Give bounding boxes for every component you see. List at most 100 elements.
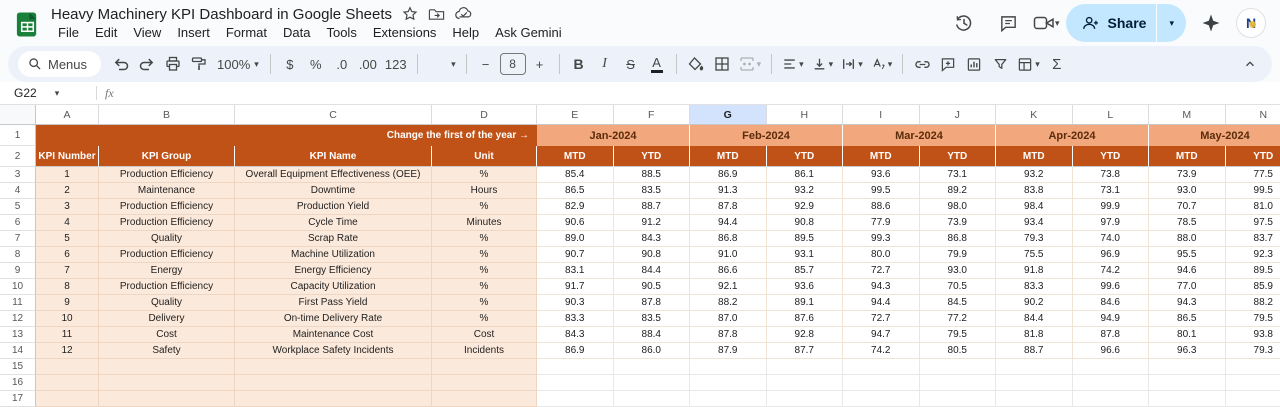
cell-D11[interactable]: % — [432, 295, 537, 311]
cell-M14[interactable]: 96.3 — [1149, 343, 1226, 359]
cell-G6[interactable]: 94.4 — [690, 215, 767, 231]
cell-C10[interactable]: Capacity Utilization — [235, 279, 432, 295]
table-header-ytd-4[interactable]: YTD — [1225, 146, 1280, 167]
cell-J8[interactable]: 79.9 — [919, 247, 996, 263]
cell-B14[interactable]: Safety — [99, 343, 235, 359]
cell-C17[interactable] — [235, 391, 432, 407]
column-header-J[interactable]: J — [919, 105, 996, 125]
row-header-5[interactable]: 5 — [0, 199, 36, 215]
column-header-H[interactable]: H — [766, 105, 843, 125]
cell-N16[interactable] — [1225, 375, 1280, 391]
row-header-4[interactable]: 4 — [0, 183, 36, 199]
move-folder-icon[interactable] — [428, 7, 445, 22]
cell-N10[interactable]: 85.9 — [1225, 279, 1280, 295]
cell-B4[interactable]: Maintenance — [99, 183, 235, 199]
cell-C9[interactable]: Energy Efficiency — [235, 263, 432, 279]
cell-G15[interactable] — [690, 359, 767, 375]
cell-J16[interactable] — [919, 375, 996, 391]
select-all-corner[interactable] — [0, 105, 36, 125]
text-wrap-button[interactable]: ▾ — [838, 51, 866, 77]
cell-G8[interactable]: 91.0 — [690, 247, 767, 263]
cell-J4[interactable]: 89.2 — [919, 183, 996, 199]
cell-G11[interactable]: 88.2 — [690, 295, 767, 311]
table-header-kpi-name[interactable]: KPI Name — [235, 146, 432, 167]
cell-C16[interactable] — [235, 375, 432, 391]
cell-B8[interactable]: Production Efficiency — [99, 247, 235, 263]
cell-B13[interactable]: Cost — [99, 327, 235, 343]
cell-D13[interactable]: Cost — [432, 327, 537, 343]
print-button[interactable] — [161, 51, 185, 77]
cell-B3[interactable]: Production Efficiency — [99, 167, 235, 183]
cell-A8[interactable]: 6 — [36, 247, 99, 263]
cell-K16[interactable] — [996, 375, 1073, 391]
cell-E13[interactable]: 84.3 — [537, 327, 614, 343]
cell-A10[interactable]: 8 — [36, 279, 99, 295]
cell-A6[interactable]: 4 — [36, 215, 99, 231]
cell-J17[interactable] — [919, 391, 996, 407]
cell-G4[interactable]: 91.3 — [690, 183, 767, 199]
cell-B10[interactable]: Production Efficiency — [99, 279, 235, 295]
cell-H6[interactable]: 90.8 — [766, 215, 843, 231]
menu-tools[interactable]: Tools — [319, 24, 363, 41]
row-header-15[interactable]: 15 — [0, 359, 36, 375]
cell-J10[interactable]: 70.5 — [919, 279, 996, 295]
cell-E15[interactable] — [537, 359, 614, 375]
cell-D6[interactable]: Minutes — [432, 215, 537, 231]
functions-button[interactable]: Σ — [1045, 51, 1069, 77]
cell-E16[interactable] — [537, 375, 614, 391]
cell-F8[interactable]: 90.8 — [613, 247, 690, 263]
insert-comment-button[interactable] — [936, 51, 960, 77]
row-header-13[interactable]: 13 — [0, 327, 36, 343]
cell-E10[interactable]: 91.7 — [537, 279, 614, 295]
cell-E6[interactable]: 90.6 — [537, 215, 614, 231]
redo-button[interactable] — [135, 51, 159, 77]
font-select[interactable]: ▾ — [425, 51, 459, 77]
cell-B6[interactable]: Production Efficiency — [99, 215, 235, 231]
fill-color-button[interactable] — [684, 51, 708, 77]
horizontal-align-button[interactable]: ▾ — [779, 51, 807, 77]
cell-L7[interactable]: 74.0 — [1072, 231, 1149, 247]
cell-H12[interactable]: 87.6 — [766, 311, 843, 327]
cell-B5[interactable]: Production Efficiency — [99, 199, 235, 215]
format-currency-button[interactable]: $ — [278, 51, 302, 77]
cell-B16[interactable] — [99, 375, 235, 391]
account-avatar[interactable]: N — [1236, 8, 1266, 38]
text-color-button[interactable]: A — [645, 51, 669, 77]
cell-B7[interactable]: Quality — [99, 231, 235, 247]
cell-N9[interactable]: 89.5 — [1225, 263, 1280, 279]
menu-extensions[interactable]: Extensions — [366, 24, 444, 41]
cell-F13[interactable]: 88.4 — [613, 327, 690, 343]
cell-L4[interactable]: 73.1 — [1072, 183, 1149, 199]
row-header-12[interactable]: 12 — [0, 311, 36, 327]
cell-K4[interactable]: 83.8 — [996, 183, 1073, 199]
cell-K12[interactable]: 84.4 — [996, 311, 1073, 327]
cell-A12[interactable]: 10 — [36, 311, 99, 327]
cell-I5[interactable]: 88.6 — [843, 199, 920, 215]
cell-C14[interactable]: Workplace Safety Incidents — [235, 343, 432, 359]
cell-A11[interactable]: 9 — [36, 295, 99, 311]
table-header-mtd-0[interactable]: MTD — [537, 146, 614, 167]
cell-K7[interactable]: 79.3 — [996, 231, 1073, 247]
cell-M16[interactable] — [1149, 375, 1226, 391]
star-icon[interactable] — [402, 6, 418, 22]
cell-L5[interactable]: 99.9 — [1072, 199, 1149, 215]
cell-F17[interactable] — [613, 391, 690, 407]
cell-E5[interactable]: 82.9 — [537, 199, 614, 215]
table-header-ytd-2[interactable]: YTD — [919, 146, 996, 167]
cell-M9[interactable]: 94.6 — [1149, 263, 1226, 279]
cell-I8[interactable]: 80.0 — [843, 247, 920, 263]
cell-F16[interactable] — [613, 375, 690, 391]
table-tools-button[interactable]: ▾ — [1014, 51, 1043, 77]
cell-I16[interactable] — [843, 375, 920, 391]
cell-N6[interactable]: 97.5 — [1225, 215, 1280, 231]
cell-C11[interactable]: First Pass Yield — [235, 295, 432, 311]
insert-link-button[interactable] — [910, 51, 934, 77]
menu-file[interactable]: File — [51, 24, 86, 41]
cell-E14[interactable]: 86.9 — [537, 343, 614, 359]
column-header-A[interactable]: A — [36, 105, 99, 125]
row-header-10[interactable]: 10 — [0, 279, 36, 295]
table-header-kpi-number[interactable]: KPI Number — [36, 146, 99, 167]
cell-J13[interactable]: 79.5 — [919, 327, 996, 343]
cell-M5[interactable]: 70.7 — [1149, 199, 1226, 215]
cell-D10[interactable]: % — [432, 279, 537, 295]
